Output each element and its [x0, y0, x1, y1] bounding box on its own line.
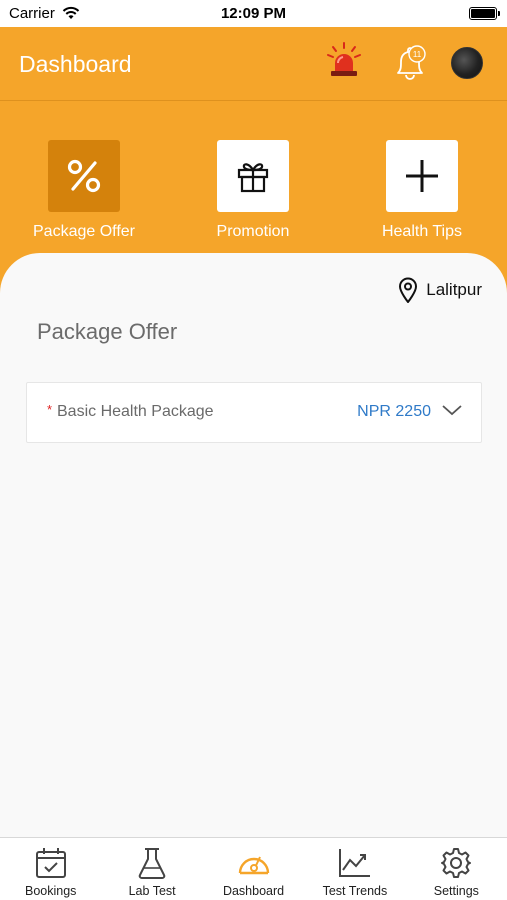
tab-bookings[interactable]: Bookings [0, 838, 101, 900]
tab-lab-test[interactable]: Lab Test [101, 838, 202, 900]
avatar[interactable] [451, 47, 483, 79]
bottom-tab-bar: Bookings Lab Test Dashboard Test Trends [0, 837, 507, 900]
section-title: Package Offer [37, 319, 178, 344]
plus-icon [406, 160, 438, 192]
status-bar: Carrier 12:09 PM [0, 0, 507, 27]
chart-trend-icon [338, 849, 370, 877]
alarm-siren-icon[interactable] [326, 41, 362, 79]
required-marker: * [47, 402, 53, 417]
percent-icon [67, 159, 101, 193]
tab-label: Lab Test [128, 884, 176, 898]
header-divider [0, 100, 507, 101]
quick-action-health-tips[interactable]: Health Tips [347, 140, 497, 241]
location-label: Lalitpur [426, 280, 482, 299]
content-card: Lalitpur Package Offer * Basic Health Pa… [0, 253, 507, 838]
tab-label: Test Trends [322, 884, 388, 898]
gift-icon [237, 163, 269, 193]
notification-count: 11 [413, 50, 422, 59]
chevron-down-icon[interactable] [441, 403, 463, 417]
location-pin-icon [399, 277, 418, 303]
notification-bell-icon[interactable]: 11 [392, 43, 428, 81]
package-dropdown[interactable]: * Basic Health Package NPR 2250 [26, 382, 482, 443]
location-selector[interactable]: Lalitpur [398, 277, 482, 303]
clock: 12:09 PM [220, 5, 287, 22]
package-price: NPR 2250 [357, 403, 431, 420]
tab-dashboard[interactable]: Dashboard [203, 838, 304, 900]
tab-label: Bookings [24, 884, 77, 898]
quick-action-promotion[interactable]: Promotion [178, 140, 328, 241]
health-tips-tile[interactable] [386, 140, 458, 212]
battery-icon [469, 7, 500, 20]
tab-test-trends[interactable]: Test Trends [304, 838, 405, 900]
tab-label: Dashboard [222, 884, 285, 898]
flask-icon [138, 848, 166, 879]
quick-action-label: Health Tips [381, 223, 463, 240]
tab-label: Settings [433, 884, 479, 898]
package-name: Basic Health Package [57, 403, 214, 420]
gear-icon [441, 848, 472, 878]
quick-action-label: Package Offer [33, 223, 135, 240]
calendar-check-icon [35, 848, 66, 878]
promotion-tile[interactable] [217, 140, 289, 212]
quick-action-label: Promotion [216, 223, 290, 240]
package-offer-tile[interactable] [48, 140, 120, 212]
tab-settings[interactable]: Settings [406, 838, 507, 900]
page-title: Dashboard [19, 51, 132, 77]
quick-action-package-offer[interactable]: Package Offer [9, 140, 159, 241]
speedometer-icon [238, 856, 269, 875]
